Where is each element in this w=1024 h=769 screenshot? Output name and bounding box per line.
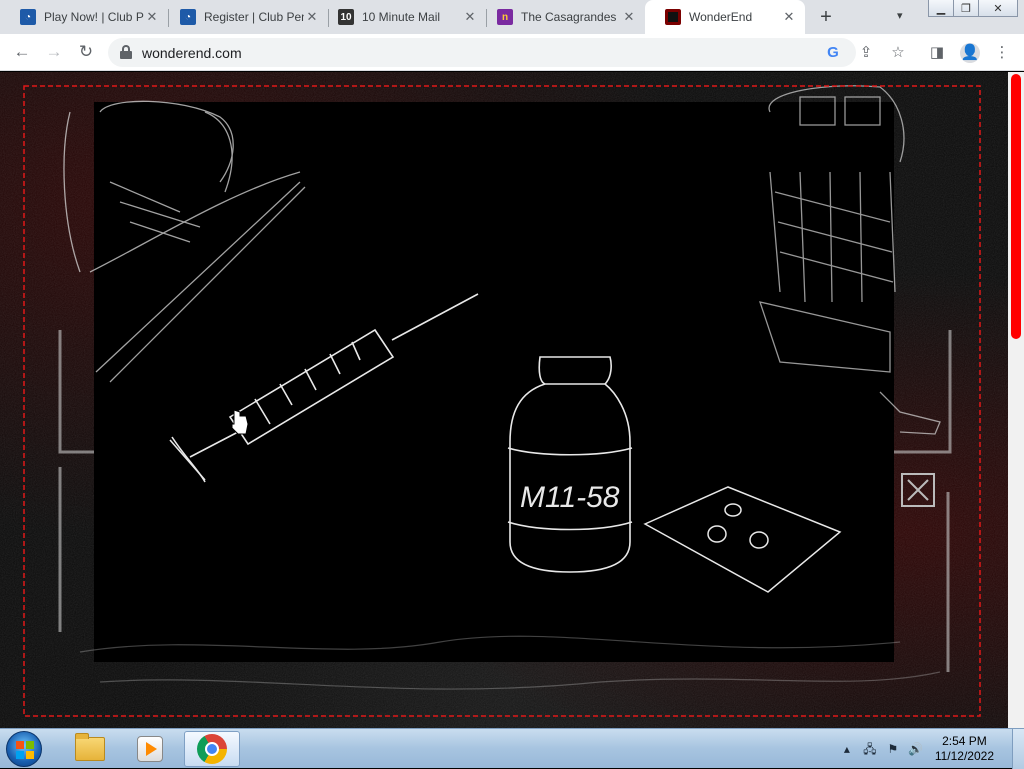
address-bar[interactable]: wonderend.com G: [108, 38, 856, 67]
chrome-taskbar-button[interactable]: [184, 731, 240, 767]
show-hidden-icons-chevron-icon[interactable]: ▴: [838, 740, 856, 758]
reload-button[interactable]: ↻: [75, 42, 97, 64]
chrome-icon: [197, 734, 227, 764]
media-player-icon: [137, 736, 163, 762]
tab-title: 10 Minute Mail: [362, 10, 441, 24]
close-tab-icon[interactable]: ✕: [781, 9, 797, 25]
tab-title: Register | Club Penguin: [204, 10, 304, 24]
volume-icon[interactable]: 🔊: [907, 740, 925, 758]
media-player-taskbar-button[interactable]: [122, 731, 178, 767]
game-viewport: M11-58: [0, 72, 1008, 728]
game-scene: M11-58: [0, 72, 1008, 728]
windows-explorer-taskbar-button[interactable]: [62, 731, 118, 767]
club-penguin-icon: ◔: [20, 9, 36, 25]
tab-wonderend[interactable]: WonderEnd ✕: [645, 0, 805, 34]
page-scrollbar[interactable]: [1008, 72, 1024, 728]
start-button[interactable]: [6, 731, 42, 767]
clock-time: 2:54 PM: [942, 734, 987, 748]
tab-play-now[interactable]: ◔ Play Now! | Club Penguin ✕: [0, 0, 168, 34]
browser-toolbar: ← → ↻ wonderend.com G ⇪ ☆ ◨ 👤 ⋮: [0, 34, 1024, 71]
windows-taskbar: ▴ 🖧 ⚑ 🔊 2:54 PM 11/12/2022: [0, 728, 1024, 769]
side-panel-icon[interactable]: ◨: [927, 43, 947, 63]
restore-button[interactable]: ❐: [953, 0, 979, 17]
tab-title: Play Now! | Club Penguin: [44, 10, 144, 24]
lock-icon[interactable]: [120, 45, 132, 59]
close-tab-icon[interactable]: ✕: [462, 9, 478, 25]
scene-panel: [94, 102, 894, 662]
tab-search-chevron-icon[interactable]: ▾: [897, 9, 913, 25]
forward-button[interactable]: →: [43, 42, 65, 64]
close-tab-icon[interactable]: ✕: [144, 9, 160, 25]
close-tab-icon[interactable]: ✕: [621, 9, 637, 25]
windows-explorer-icon: [75, 733, 105, 761]
tab-strip: ◔ Play Now! | Club Penguin ✕ ◔ Register …: [0, 0, 1024, 34]
system-tray: ▴ 🖧 ⚑ 🔊 2:54 PM 11/12/2022: [833, 729, 1024, 769]
profile-avatar-icon[interactable]: 👤: [960, 43, 980, 63]
tab-casagrandes[interactable]: n The Casagrandes ✕: [477, 0, 645, 34]
network-icon[interactable]: 🖧: [861, 740, 879, 758]
scrollbar-thumb[interactable]: [1011, 74, 1021, 339]
casagrandes-icon: n: [497, 9, 513, 25]
share-icon[interactable]: ⇪: [856, 43, 876, 63]
close-window-button[interactable]: ✕: [978, 0, 1018, 17]
clock[interactable]: 2:54 PM 11/12/2022: [935, 734, 994, 764]
action-center-flag-icon[interactable]: ⚑: [884, 740, 902, 758]
club-penguin-icon: ◔: [180, 9, 196, 25]
windows-logo-icon: [16, 741, 34, 759]
bookmark-star-icon[interactable]: ☆: [888, 43, 908, 63]
wonderend-icon: [665, 9, 681, 25]
clock-date: 11/12/2022: [934, 749, 994, 763]
minimize-button[interactable]: ▁: [928, 0, 954, 17]
menu-kebab-icon[interactable]: ⋮: [992, 43, 1012, 63]
tab-register[interactable]: ◔ Register | Club Penguin ✕: [160, 0, 328, 34]
google-translate-icon[interactable]: G: [824, 44, 842, 62]
tab-title: WonderEnd: [689, 10, 753, 24]
10-minute-mail-icon: 10: [338, 9, 354, 25]
tab-title: The Casagrandes: [521, 10, 617, 24]
show-desktop-button[interactable]: [1012, 729, 1024, 769]
new-tab-button[interactable]: +: [816, 7, 836, 28]
url-text[interactable]: wonderend.com: [142, 45, 242, 61]
tab-10-minute-mail[interactable]: 10 10 Minute Mail ✕: [318, 0, 486, 34]
back-button[interactable]: ←: [11, 42, 33, 64]
bottle-label: M11-58: [520, 481, 620, 514]
